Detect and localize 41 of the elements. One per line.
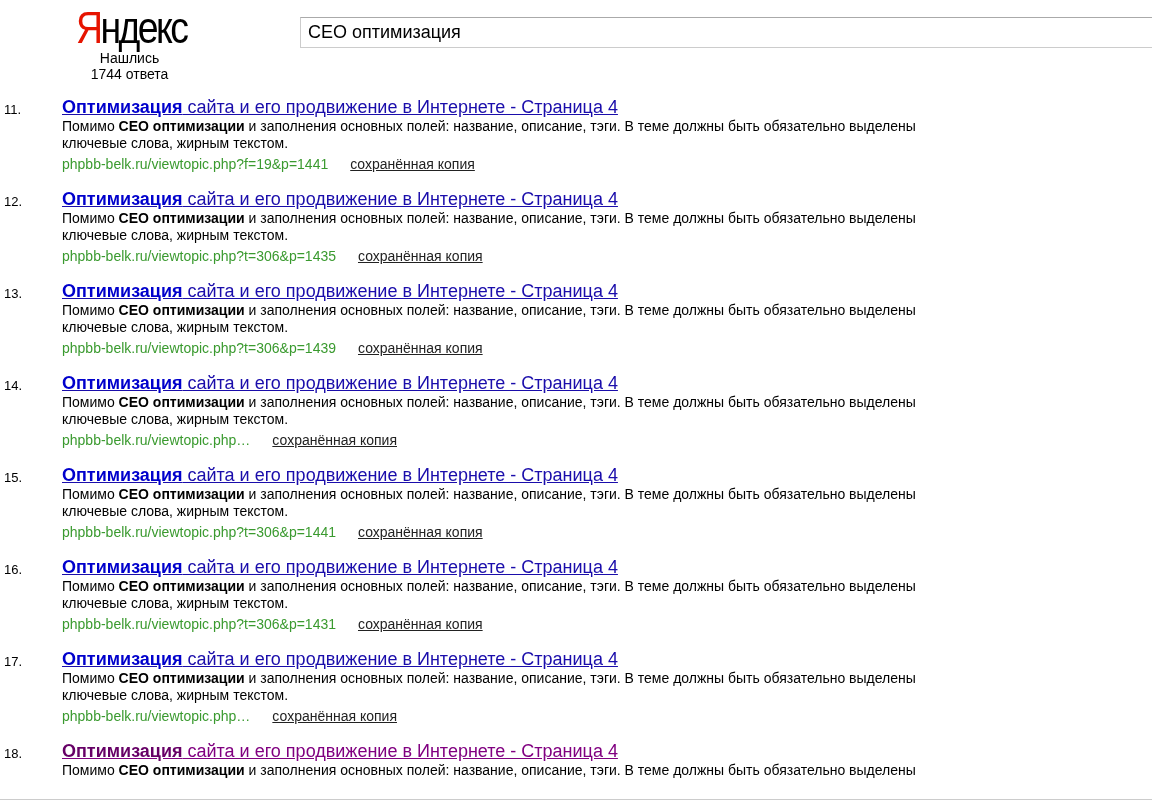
result-title-link[interactable]: Оптимизация сайта и его продвижение в Интернете - Страница 4 (62, 556, 618, 578)
result-url: phpbb-belk.ru/viewtopic.php?f=19&p=1441 (62, 156, 329, 172)
result-snippet: Помимо СЕО оптимизации и заполнения основных полей: название, описание, тэги. В теме должны быть обязательно выделены ключевые слова, жирным текстом. (62, 302, 917, 336)
result-count: 1744 ответа (89, 66, 170, 82)
result-url: phpbb-belk.ru/viewtopic.php?t=306&p=1441 (62, 524, 336, 540)
search-field[interactable]: СЕО оптимизация (300, 17, 1152, 48)
cached-copy-link[interactable]: сохранённая копия (358, 340, 483, 356)
cached-copy-link[interactable]: сохранённая копия (272, 708, 397, 724)
result-snippet: Помимо СЕО оптимизации и заполнения основных полей: название, описание, тэги. В теме должны быть обязательно выделены ключевые слова, жирным текстом. (62, 394, 917, 428)
result-url: phpbb-belk.ru/viewtopic.php… (62, 432, 251, 448)
cached-copy-link[interactable]: сохранённая копия (358, 616, 483, 632)
result-number: 12. (3, 193, 24, 211)
result-title-link[interactable]: Оптимизация сайта и его продвижение в Интернете - Страница 4 (62, 464, 618, 486)
result-title-link[interactable]: Оптимизация сайта и его продвижение в Интернете - Страница 4 (62, 372, 618, 394)
result-number: 14. (3, 377, 24, 395)
result-title-link[interactable]: Оптимизация сайта и его продвижение в Интернете - Страница 4 (62, 188, 618, 210)
cached-copy-link[interactable]: сохранённая копия (358, 524, 483, 540)
result-url: phpbb-belk.ru/viewtopic.php?t=306&p=1431 (62, 616, 336, 632)
result-url: phpbb-belk.ru/viewtopic.php?t=306&p=1435 (62, 248, 336, 264)
result-title-link[interactable]: Оптимизация сайта и его продвижение в Интернете - Страница 4 (62, 740, 618, 762)
result-number: 13. (3, 285, 24, 303)
cached-copy-link[interactable]: сохранённая копия (272, 432, 397, 448)
result-number: 15. (3, 469, 24, 487)
cached-copy-link[interactable]: сохранённая копия (350, 156, 475, 172)
result-snippet: Помимо СЕО оптимизации и заполнения основных полей: название, описание, тэги. В теме должны быть обязательно выделены ключевые слова, жирным текстом. (62, 210, 917, 244)
result-number: 18. (3, 745, 24, 763)
result-url: phpbb-belk.ru/viewtopic.php… (62, 708, 251, 724)
result-title-link[interactable]: Оптимизация сайта и его продвижение в Интернете - Страница 4 (62, 280, 618, 302)
result-number: 17. (3, 653, 24, 671)
result-title-link[interactable]: Оптимизация сайта и его продвижение в Интернете - Страница 4 (62, 648, 618, 670)
result-snippet: Помимо СЕО оптимизации и заполнения основных полей: название, описание, тэги. В теме должны быть обязательно выделены ключевые слова, жирным текстом. (62, 670, 917, 704)
result-number: 11. (3, 101, 23, 119)
result-title-link[interactable]: Оптимизация сайта и его продвижение в Интернете - Страница 4 (62, 96, 618, 118)
result-snippet: Помимо СЕО оптимизации и заполнения основных полей: название, описание, тэги. В теме должны быть обязательно выделены ключевые слова, жирным текстом. (62, 486, 917, 520)
cached-copy-link[interactable]: сохранённая копия (358, 248, 483, 264)
result-snippet: Помимо СЕО оптимизации и заполнения основных полей: название, описание, тэги. В теме должны быть обязательно выделены ключевые слова, жирным текстом. (62, 578, 917, 612)
result-url: phpbb-belk.ru/viewtopic.php?t=306&p=1439 (62, 340, 336, 356)
result-snippet: Помимо СЕО оптимизации и заполнения основных полей: название, описание, тэги. В теме должны быть обязательно выделены (62, 762, 917, 779)
yandex-logo[interactable]: Яндекс (76, 6, 187, 50)
result-number: 16. (3, 561, 24, 579)
result-snippet: Помимо СЕО оптимизации и заполнения основных полей: название, описание, тэги. В теме должны быть обязательно выделены ключевые слова, жирным текстом. (62, 118, 917, 152)
